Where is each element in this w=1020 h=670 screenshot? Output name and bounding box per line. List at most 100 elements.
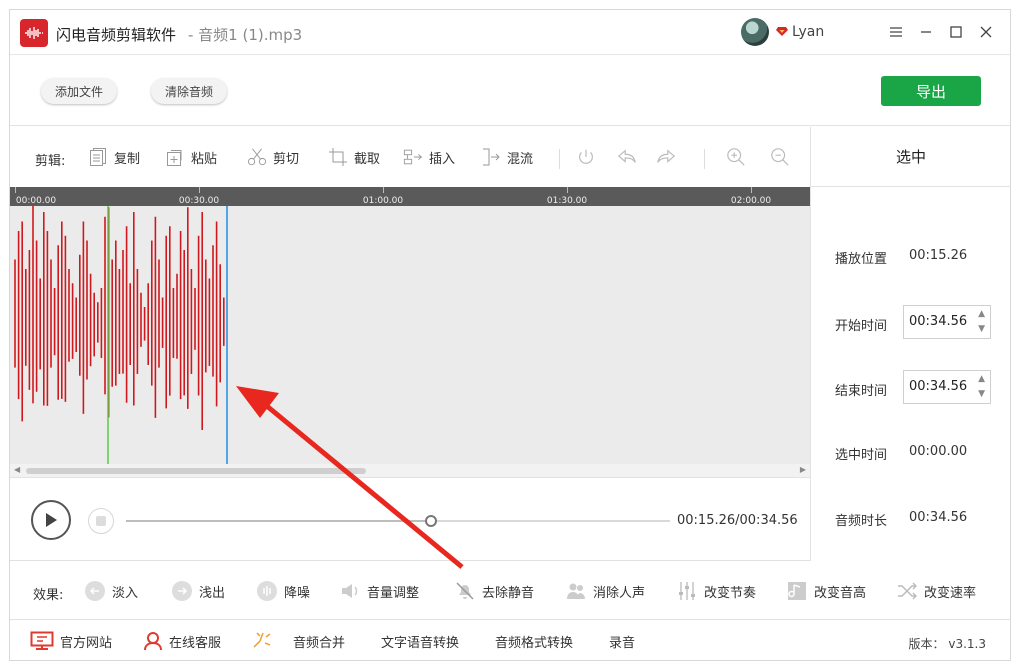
- denoise-label: 降噪: [284, 582, 310, 601]
- close-icon[interactable]: [976, 22, 996, 42]
- increment-icon[interactable]: ▲: [978, 309, 985, 319]
- play-icon: [44, 512, 58, 528]
- trim-button[interactable]: 截取: [328, 144, 380, 170]
- change-tempo-button[interactable]: 改变节奏: [676, 578, 756, 604]
- ruler-label: 01:30.00: [547, 196, 587, 206]
- waveform-area[interactable]: [10, 206, 810, 464]
- clear-audio-button[interactable]: 清除音频: [151, 78, 227, 104]
- format-convert-link[interactable]: 音频格式转换: [495, 631, 573, 651]
- reset-button[interactable]: [576, 144, 596, 170]
- zoom-out-button[interactable]: [770, 144, 790, 170]
- change-pitch-button[interactable]: 改变音高: [786, 578, 866, 604]
- audio-merge-label: 音频合并: [293, 632, 345, 651]
- fade-out-button[interactable]: 浅出: [171, 578, 225, 604]
- remove-vocals-button[interactable]: 消除人声: [565, 578, 645, 604]
- mute-bell-icon: [454, 580, 476, 602]
- edit-toolbar: 剪辑: 复制 粘贴 剪切 截取: [10, 127, 810, 187]
- insert-button[interactable]: 插入: [403, 144, 455, 170]
- copy-button[interactable]: 复制: [88, 144, 140, 170]
- insert-label: 插入: [429, 148, 455, 167]
- scissors-icon: [247, 147, 267, 167]
- timeline-ruler[interactable]: 00:00.00 00:30.00 01:00.00 01:30.00 02:0…: [10, 187, 810, 206]
- pitch-icon: [786, 580, 808, 602]
- fade-out-icon: [171, 580, 193, 602]
- online-support-link[interactable]: 在线客服: [143, 631, 221, 651]
- remove-silence-label: 去除静音: [482, 582, 534, 601]
- audio-merge-link[interactable]: 音频合并: [251, 631, 345, 651]
- horizontal-scrollbar[interactable]: ◀ ▶: [10, 464, 810, 478]
- ruler-label: 01:00.00: [363, 196, 403, 206]
- mix-icon: [481, 147, 501, 167]
- ruler-tick: [567, 187, 568, 193]
- official-website-link[interactable]: 官方网站: [30, 631, 112, 651]
- effects-bar: 效果: 淡入 浅出 降噪 音量调整: [10, 562, 1010, 620]
- increment-icon[interactable]: ▲: [978, 374, 985, 384]
- paste-button[interactable]: 粘贴: [165, 144, 217, 170]
- playback-progress[interactable]: [126, 520, 670, 522]
- play-position-value: 00:15.26: [909, 248, 967, 263]
- trim-label: 截取: [354, 148, 380, 167]
- ruler-tick: [383, 187, 384, 193]
- ruler-tick: [15, 187, 16, 193]
- fade-in-button[interactable]: 淡入: [84, 578, 138, 604]
- scroll-left-icon[interactable]: ◀: [14, 465, 20, 474]
- denoise-button[interactable]: 降噪: [256, 578, 310, 604]
- toolbar-divider: [559, 149, 560, 169]
- vip-diamond-icon: [776, 26, 788, 37]
- text-to-speech-link[interactable]: 文字语音转换: [381, 631, 459, 651]
- zoom-in-icon: [726, 147, 746, 167]
- username[interactable]: Lyan: [792, 24, 824, 40]
- merge-icon: [251, 631, 273, 651]
- start-time-stepper[interactable]: 00:34.56 ▲ ▼: [903, 305, 991, 339]
- add-file-button[interactable]: 添加文件: [41, 78, 117, 104]
- end-time-value: 00:34.56: [909, 379, 967, 394]
- record-link[interactable]: 录音: [609, 631, 635, 651]
- effects-label: 效果:: [33, 584, 63, 603]
- app-window: 闪电音频剪辑软件 - 音频1 (1).mp3 Lyan 添加文件 清除音频 导出…: [9, 9, 1011, 661]
- volume-button[interactable]: 音量调整: [339, 578, 419, 604]
- file-name: - 音频1 (1).mp3: [188, 24, 302, 45]
- app-title: 闪电音频剪辑软件: [56, 24, 176, 45]
- paste-icon: [165, 147, 185, 167]
- maximize-icon[interactable]: [946, 22, 966, 42]
- progress-handle[interactable]: [425, 515, 437, 527]
- scroll-right-icon[interactable]: ▶: [800, 465, 806, 474]
- ruler-label: 02:00.00: [731, 196, 771, 206]
- play-button[interactable]: [31, 500, 71, 540]
- menu-icon[interactable]: [886, 22, 906, 42]
- redo-icon: [656, 147, 676, 167]
- toolbar-divider: [704, 149, 705, 169]
- mix-button[interactable]: 混流: [481, 144, 533, 170]
- progress-fill: [126, 520, 431, 522]
- minimize-icon[interactable]: [916, 22, 936, 42]
- remove-silence-button[interactable]: 去除静音: [454, 578, 534, 604]
- stop-button[interactable]: [88, 508, 114, 534]
- customer-service-icon: [143, 631, 163, 651]
- undo-button[interactable]: [617, 144, 637, 170]
- reset-icon: [576, 147, 596, 167]
- start-time-label: 开始时间: [835, 315, 887, 334]
- copy-icon: [88, 147, 108, 167]
- volume-label: 音量调整: [367, 582, 419, 601]
- end-time-stepper[interactable]: 00:34.56 ▲ ▼: [903, 370, 991, 404]
- insert-icon: [403, 147, 423, 167]
- decrement-icon[interactable]: ▼: [978, 324, 985, 334]
- cut-button[interactable]: 剪切: [247, 144, 299, 170]
- zoom-in-button[interactable]: [726, 144, 746, 170]
- change-speed-button[interactable]: 改变速率: [896, 578, 976, 604]
- end-time-label: 结束时间: [835, 380, 887, 399]
- fade-in-icon: [84, 580, 106, 602]
- decrement-icon[interactable]: ▼: [978, 389, 985, 399]
- undo-icon: [617, 147, 637, 167]
- bottom-bar: 官方网站 在线客服 音频合并 文字语音转换 音频格式转换 录音 版本： v3.1…: [10, 621, 1010, 661]
- scrollbar-thumb[interactable]: [26, 468, 366, 474]
- avatar[interactable]: [741, 18, 769, 46]
- cut-label: 剪切: [273, 148, 299, 167]
- denoise-icon: [256, 580, 278, 602]
- redo-button[interactable]: [656, 144, 676, 170]
- duration-value: 00:34.56: [909, 510, 967, 525]
- shuffle-icon: [896, 580, 918, 602]
- export-button[interactable]: 导出: [881, 76, 981, 106]
- ruler-tick: [751, 187, 752, 193]
- selection-header: 选中: [811, 127, 1011, 187]
